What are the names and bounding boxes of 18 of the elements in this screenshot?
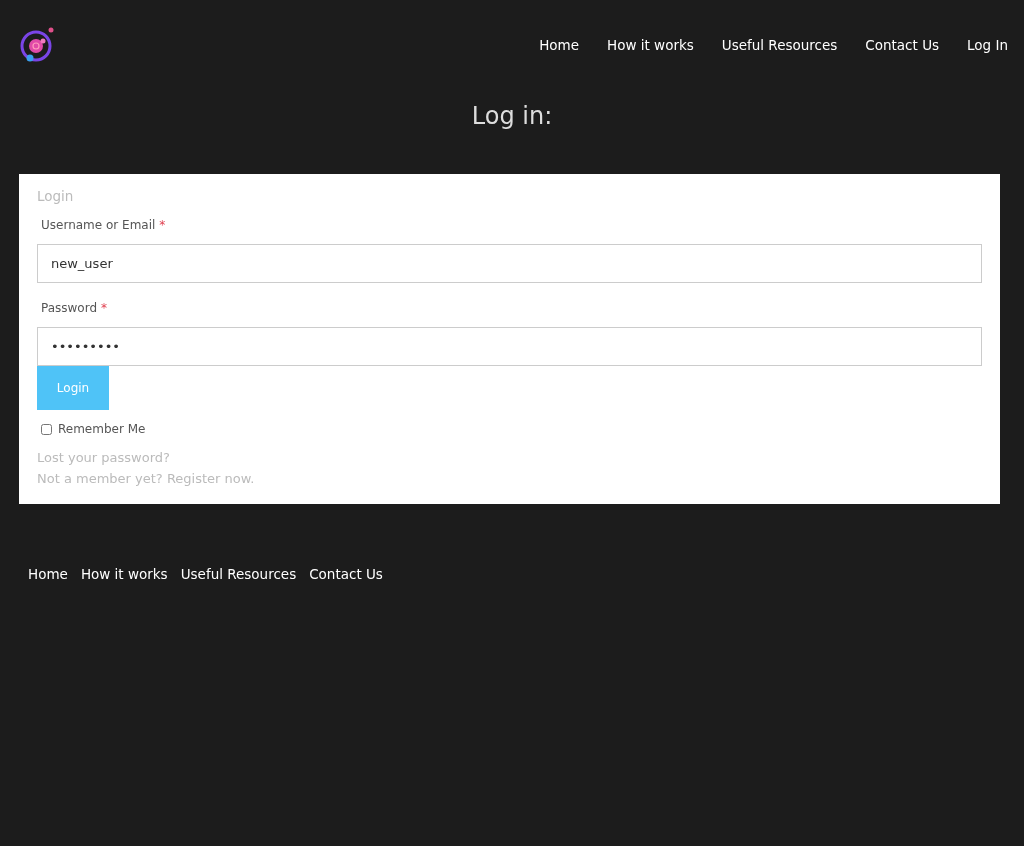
nav-link[interactable]: Log In	[953, 37, 1008, 53]
username-field[interactable]: new_user	[37, 244, 982, 283]
remember-label: Remember Me	[58, 422, 146, 436]
nav-link[interactable]: Contact Us	[851, 37, 954, 53]
footer-link[interactable]: Contact Us	[309, 566, 383, 582]
footer-link[interactable]: Useful Resources	[180, 566, 297, 582]
password-field[interactable]: •••••••••	[37, 327, 982, 366]
field-label: Password *	[41, 301, 108, 315]
form-title: Login	[37, 188, 74, 204]
page-title: Log in:	[470, 102, 554, 130]
nav-link[interactable]: Useful Resources	[707, 37, 852, 53]
remember-checkbox[interactable]	[41, 423, 52, 435]
logo-icon[interactable]	[20, 26, 56, 64]
nav-link[interactable]: Home	[525, 37, 593, 53]
field-label: Username or Email *	[41, 218, 167, 232]
footer-link[interactable]: Home	[28, 566, 68, 582]
nav-link[interactable]: How it works	[593, 37, 708, 53]
footer-link[interactable]: How it works	[80, 566, 168, 582]
